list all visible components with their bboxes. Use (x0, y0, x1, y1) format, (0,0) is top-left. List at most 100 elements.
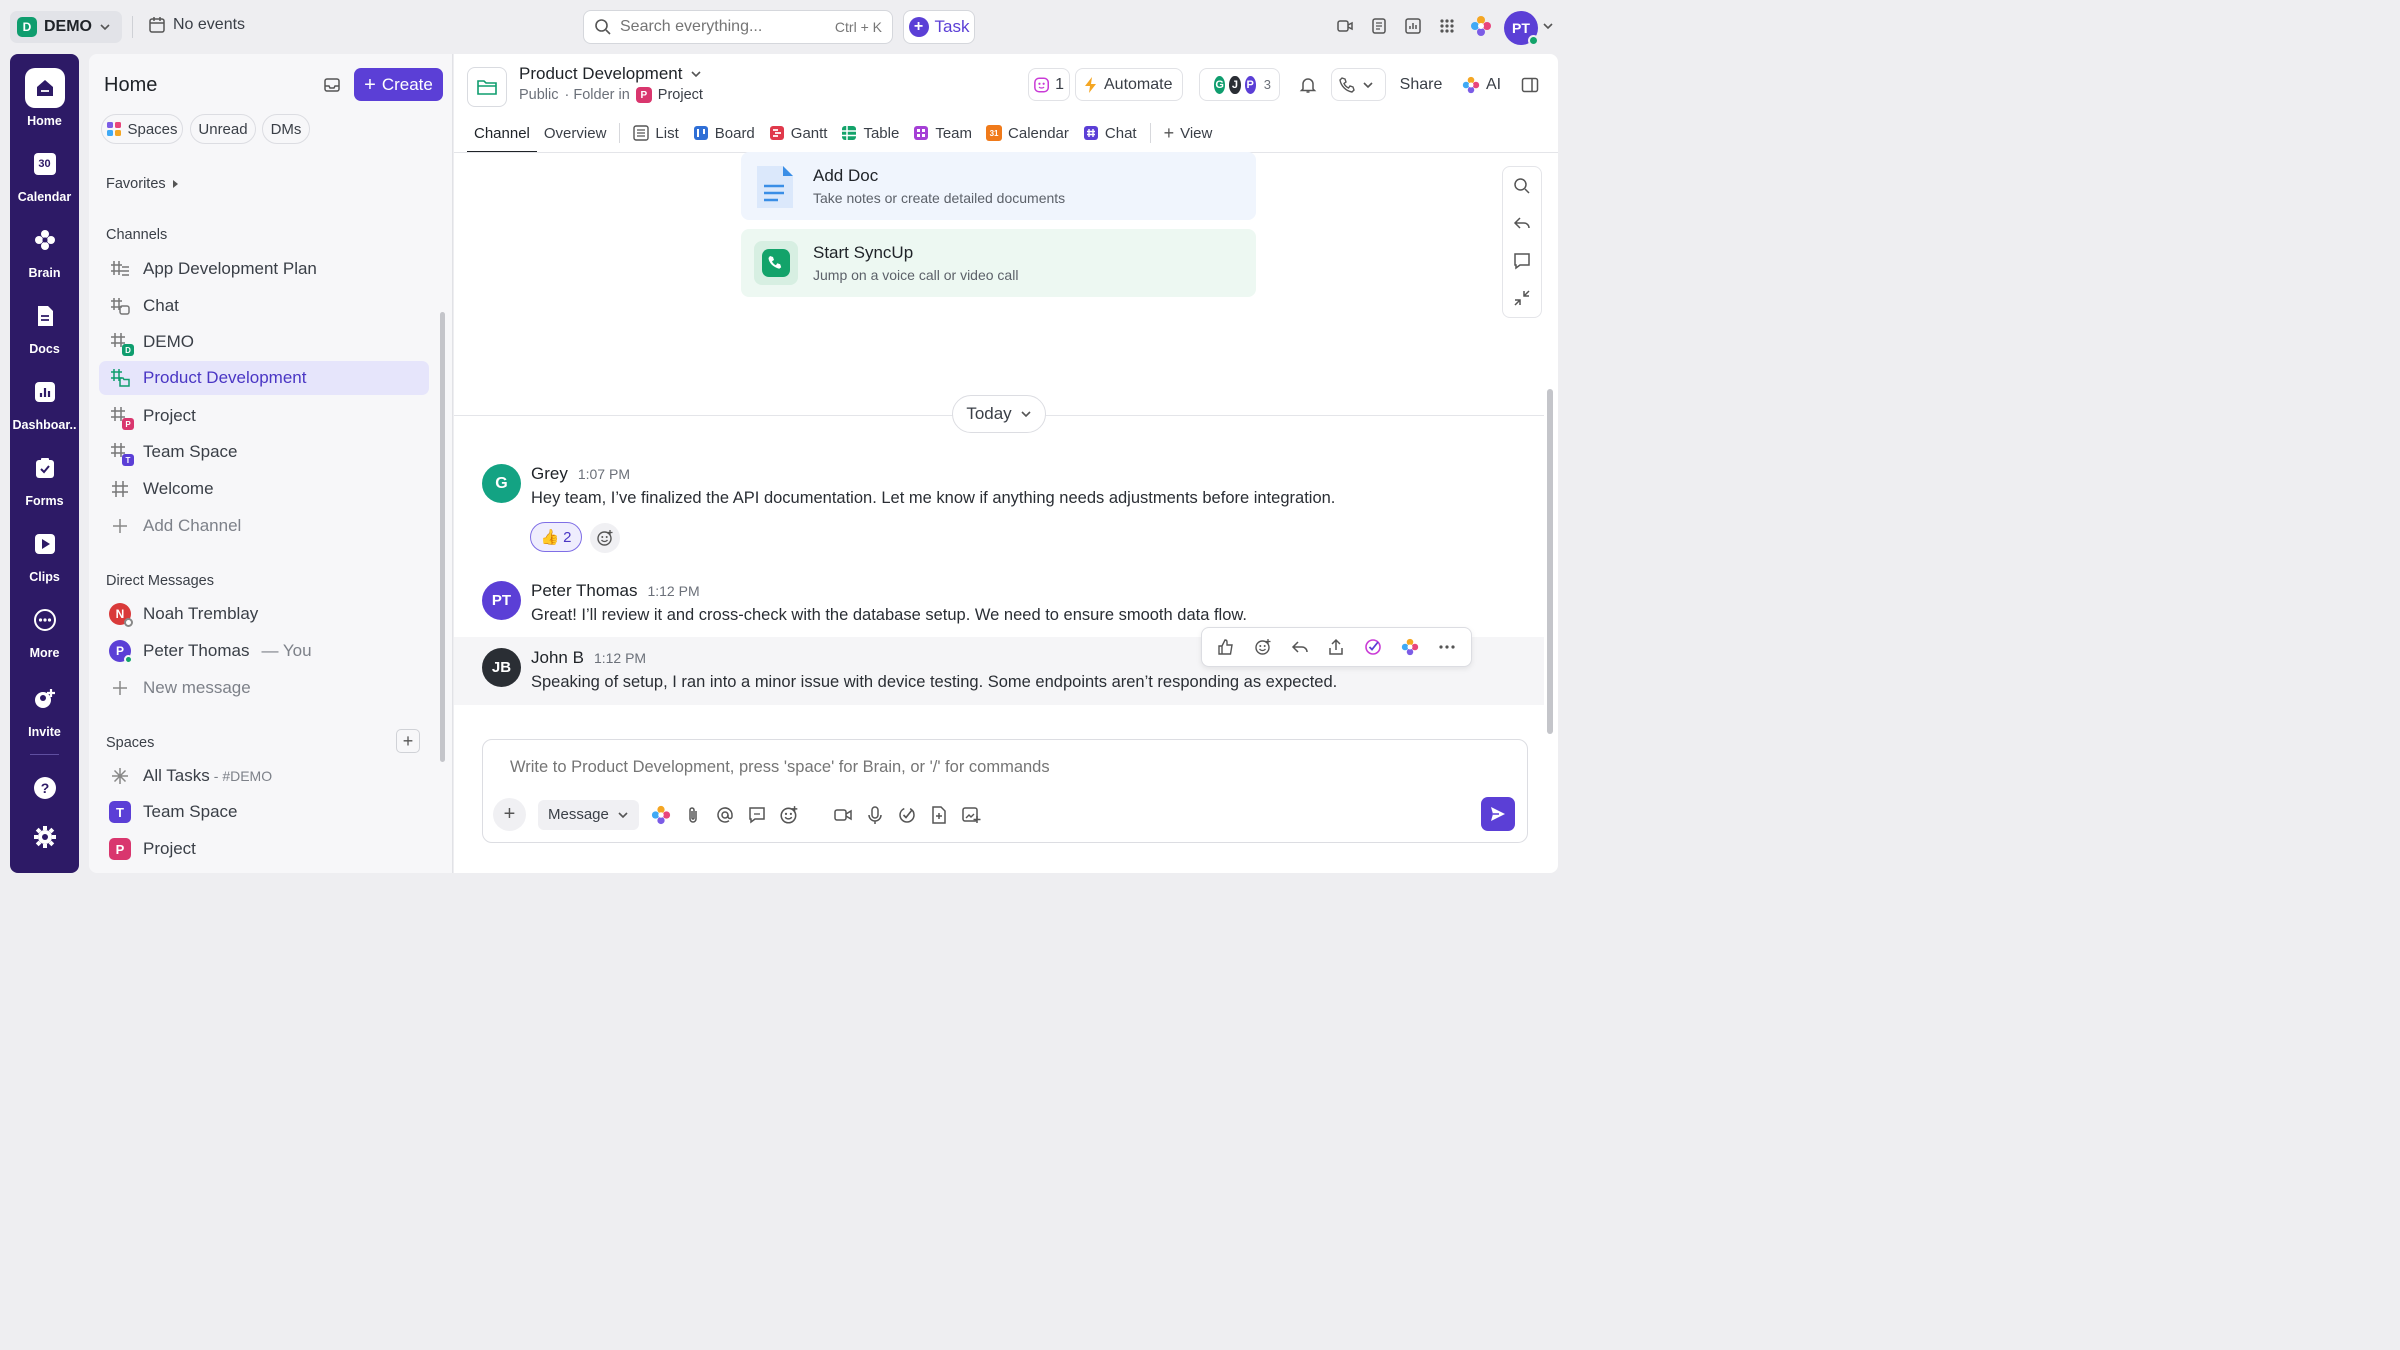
send-button[interactable] (1481, 797, 1515, 831)
comment-icon[interactable] (747, 805, 767, 825)
call-button[interactable] (1331, 68, 1386, 101)
reply-icon[interactable] (1291, 638, 1309, 656)
rail-item-docs[interactable]: Docs (10, 296, 79, 356)
spaces-header[interactable]: Spaces (106, 735, 154, 751)
dm-item[interactable]: N Noah Tremblay (99, 597, 429, 631)
author-name[interactable]: Peter Thomas (531, 581, 637, 601)
members-button[interactable]: G J P 3 (1199, 68, 1280, 101)
ai-brain-icon[interactable] (1401, 638, 1419, 656)
emoji-add-icon[interactable] (779, 805, 799, 825)
microphone-icon[interactable] (865, 805, 885, 825)
channel-item[interactable]: App Development Plan (99, 252, 429, 286)
tab-chat[interactable]: Chat (1076, 114, 1144, 152)
automate-button[interactable]: Automate (1075, 68, 1183, 101)
collapse-icon[interactable] (1513, 289, 1531, 307)
channel-item[interactable]: Welcome (99, 472, 429, 506)
tab-calendar[interactable]: 31 Calendar (979, 114, 1076, 152)
channel-item[interactable]: T Team Space (99, 435, 429, 469)
rail-item-brain[interactable]: Brain (10, 220, 79, 280)
space-item[interactable]: T Team Space (99, 795, 429, 829)
apps-grid-icon[interactable] (1436, 15, 1458, 37)
tab-gantt[interactable]: Gantt (762, 114, 835, 152)
ai-brain-icon[interactable] (1470, 15, 1492, 37)
sidebar-scrollbar[interactable] (440, 312, 445, 762)
rail-item-forms[interactable]: Forms (10, 448, 79, 508)
composer-plus-button[interactable]: + (493, 798, 526, 831)
comment-icon[interactable] (1513, 252, 1531, 270)
today-jump-button[interactable]: Today (952, 395, 1046, 433)
notepad-icon[interactable] (1368, 15, 1390, 37)
events-indicator[interactable]: No events (148, 16, 245, 34)
dm-header[interactable]: Direct Messages (106, 573, 214, 589)
video-icon[interactable] (833, 805, 853, 825)
rail-item-calendar[interactable]: 30 Calendar (10, 144, 79, 204)
channel-title[interactable]: Product Development (519, 64, 702, 84)
pill-spaces[interactable]: Spaces (101, 114, 183, 144)
emoji-add-icon[interactable] (1254, 638, 1272, 656)
pill-dms[interactable]: DMs (262, 114, 310, 144)
help-button[interactable]: ? (10, 768, 79, 808)
settings-button[interactable] (10, 817, 79, 857)
ai-brain-icon[interactable] (651, 805, 671, 825)
space-item[interactable]: P Project (99, 832, 429, 866)
new-doc-icon[interactable] (929, 805, 949, 825)
sidebar-toggle-button[interactable] (1517, 68, 1547, 101)
add-reaction-button[interactable] (590, 523, 620, 553)
inbox-icon[interactable] (323, 76, 341, 94)
thumbs-up-icon[interactable] (1217, 638, 1235, 656)
rail-item-home[interactable]: Home (10, 68, 79, 128)
ai-notetaker-button[interactable]: 1 (1028, 68, 1070, 101)
rail-item-invite[interactable]: Invite (10, 679, 79, 739)
tab-board[interactable]: Board (686, 114, 762, 152)
favorites-header[interactable]: Favorites (106, 176, 180, 192)
dm-item[interactable]: P Peter Thomas — You (99, 634, 429, 668)
tab-team[interactable]: Team (906, 114, 979, 152)
search-input[interactable] (620, 18, 820, 36)
tab-overview[interactable]: Overview (537, 114, 614, 152)
channel-item-active[interactable]: Product Development (99, 361, 429, 395)
share-button[interactable]: Share (1390, 68, 1452, 101)
reaction-thumbs-up[interactable]: 👍 2 (530, 522, 582, 552)
author-name[interactable]: Grey (531, 464, 568, 484)
screenshot-icon[interactable] (961, 805, 981, 825)
tab-table[interactable]: Table (834, 114, 906, 152)
search-bar[interactable]: Ctrl + K (583, 10, 893, 44)
create-task-icon[interactable] (1364, 638, 1382, 656)
user-avatar[interactable]: PT (1504, 11, 1539, 46)
attachment-icon[interactable] (683, 805, 703, 825)
rail-item-more[interactable]: More (10, 600, 79, 660)
rail-item-dashboards[interactable]: Dashboar.. (10, 372, 79, 432)
channels-header[interactable]: Channels (106, 227, 167, 243)
reply-icon[interactable] (1513, 214, 1531, 232)
search-icon[interactable] (1513, 177, 1531, 195)
dashboard-icon[interactable] (1402, 15, 1424, 37)
chat-scrollbar[interactable] (1547, 389, 1553, 734)
chevron-down-icon[interactable] (1542, 20, 1554, 32)
mention-icon[interactable] (715, 805, 735, 825)
folder-link[interactable]: Project (658, 87, 703, 103)
share-icon[interactable] (1327, 638, 1345, 656)
channel-item[interactable]: D DEMO (99, 325, 429, 359)
message-type-select[interactable]: Message (538, 799, 639, 830)
start-syncup-card[interactable]: Start SyncUp Jump on a voice call or vid… (741, 229, 1256, 297)
new-message-button[interactable]: New message (99, 671, 429, 705)
create-button[interactable]: + Create (354, 68, 443, 101)
tab-channel[interactable]: Channel (467, 114, 537, 153)
message[interactable]: G Grey 1:07 PM Hey team, I’ve finalized … (482, 464, 1542, 524)
ai-button[interactable]: AI (1454, 68, 1510, 101)
author-name[interactable]: John B (531, 648, 584, 668)
more-horizontal-icon[interactable] (1438, 638, 1456, 656)
message-input[interactable] (510, 758, 1410, 777)
channel-item[interactable]: Chat (99, 289, 429, 323)
video-clip-icon[interactable] (1334, 15, 1356, 37)
space-item[interactable]: All Tasks - #DEMO (99, 759, 429, 793)
add-doc-card[interactable]: Add Doc Take notes or create detailed do… (741, 152, 1256, 220)
add-space-button[interactable]: + (396, 729, 420, 753)
workspace-switcher[interactable]: D DEMO (10, 11, 122, 43)
rail-item-clips[interactable]: Clips (10, 524, 79, 584)
tab-list[interactable]: List (626, 114, 685, 152)
notifications-button[interactable] (1292, 68, 1325, 101)
channel-item[interactable]: P Project (99, 399, 429, 433)
add-view-button[interactable]: + View (1157, 114, 1220, 152)
add-channel-button[interactable]: Add Channel (99, 509, 429, 543)
